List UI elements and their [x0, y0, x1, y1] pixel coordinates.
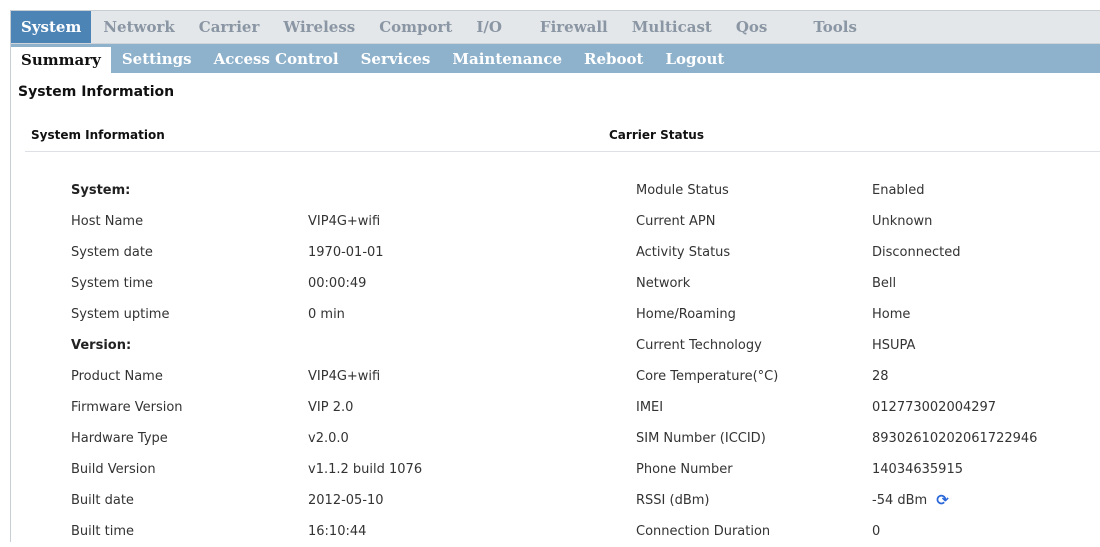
tab-wireless[interactable]: Wireless [271, 11, 367, 43]
info-value-built-date: 2012-05-10 [308, 493, 384, 508]
carrier-label-imei: IMEI [636, 400, 664, 415]
info-value-system-time: 00:00:49 [308, 276, 367, 291]
carrier-label-rssi: RSSI (dBm) [636, 493, 710, 508]
carrier-label-module-status: Module Status [636, 183, 729, 198]
info-label-built-time: Built time [71, 524, 134, 539]
carrier-value-current-apn: Unknown [872, 214, 933, 229]
section-header-carrier-status: Carrier Status [609, 128, 704, 142]
tab-comport[interactable]: Comport [367, 11, 464, 43]
subtab-maintenance[interactable]: Maintenance [441, 44, 573, 73]
tab-io[interactable]: I/O [464, 11, 528, 43]
page-title: System Information [18, 84, 175, 100]
carrier-label-network: Network [636, 276, 691, 291]
carrier-value-network: Bell [872, 276, 897, 291]
tab-tools[interactable]: Tools [801, 11, 869, 43]
info-value-hardware-type: v2.0.0 [308, 431, 349, 446]
info-value-host-name: VIP4G+wifi [308, 214, 381, 229]
tab-qos[interactable]: Qos [724, 11, 802, 43]
section-divider [25, 151, 1100, 152]
info-label-build-version: Build Version [71, 462, 156, 477]
subtab-logout[interactable]: Logout [654, 44, 735, 73]
carrier-label-activity-status: Activity Status [636, 245, 731, 260]
info-value-firmware-version: VIP 2.0 [308, 400, 354, 415]
carrier-value-core-temperature: 28 [872, 369, 889, 384]
rssi-value: -54 dBm [872, 493, 928, 508]
info-value-system-date: 1970-01-01 [308, 245, 384, 260]
info-label-hardware-type: Hardware Type [71, 431, 168, 446]
carrier-value-module-status: Enabled [872, 183, 925, 198]
carrier-value-connection-duration: 0 [872, 524, 881, 539]
carrier-label-current-technology: Current Technology [636, 338, 762, 353]
main-nav: System Network Carrier Wireless Comport … [11, 11, 1100, 44]
info-label-firmware-version: Firmware Version [71, 400, 183, 415]
subtab-reboot[interactable]: Reboot [573, 44, 654, 73]
tab-firewall[interactable]: Firewall [528, 11, 620, 43]
carrier-value-phone-number: 14034635915 [872, 462, 963, 477]
carrier-label-sim-number: SIM Number (ICCID) [636, 431, 766, 446]
tab-carrier[interactable]: Carrier [187, 11, 272, 43]
group-label-version: Version: [71, 338, 132, 353]
carrier-label-core-temperature: Core Temperature(°C) [636, 369, 779, 384]
tab-system[interactable]: System [11, 11, 92, 43]
info-label-product-name: Product Name [71, 369, 163, 384]
info-value-system-uptime: 0 min [308, 307, 345, 322]
info-value-built-time: 16:10:44 [308, 524, 367, 539]
carrier-value-activity-status: Disconnected [872, 245, 961, 260]
subtab-services[interactable]: Services [350, 44, 442, 73]
info-value-product-name: VIP4G+wifi [308, 369, 381, 384]
carrier-label-connection-duration: Connection Duration [636, 524, 771, 539]
section-header-system-information: System Information [31, 128, 165, 142]
group-label-system: System: [71, 183, 131, 198]
info-label-system-uptime: System uptime [71, 307, 170, 322]
subtab-settings[interactable]: Settings [111, 44, 203, 73]
subtab-summary[interactable]: Summary [11, 47, 111, 73]
info-value-build-version: v1.1.2 build 1076 [308, 462, 423, 477]
carrier-value-sim-number: 89302610202061722946 [872, 431, 1038, 446]
sub-nav: Summary Settings Access Control Services… [11, 44, 1100, 73]
info-label-built-date: Built date [71, 493, 134, 508]
carrier-value-rssi: -54 dBm ⟳ [872, 485, 949, 516]
tab-network[interactable]: Network [91, 11, 186, 43]
carrier-label-phone-number: Phone Number [636, 462, 733, 477]
carrier-value-home-roaming: Home [872, 307, 911, 322]
subtab-access-control[interactable]: Access Control [203, 44, 350, 73]
info-label-host-name: Host Name [71, 214, 144, 229]
carrier-value-imei: 012773002004297 [872, 400, 997, 415]
info-label-system-date: System date [71, 245, 153, 260]
tab-multicast[interactable]: Multicast [620, 11, 724, 43]
info-label-system-time: System time [71, 276, 153, 291]
carrier-value-current-technology: HSUPA [872, 338, 916, 353]
refresh-icon[interactable]: ⟳ [936, 493, 949, 508]
carrier-label-current-apn: Current APN [636, 214, 716, 229]
carrier-label-home-roaming: Home/Roaming [636, 307, 736, 322]
